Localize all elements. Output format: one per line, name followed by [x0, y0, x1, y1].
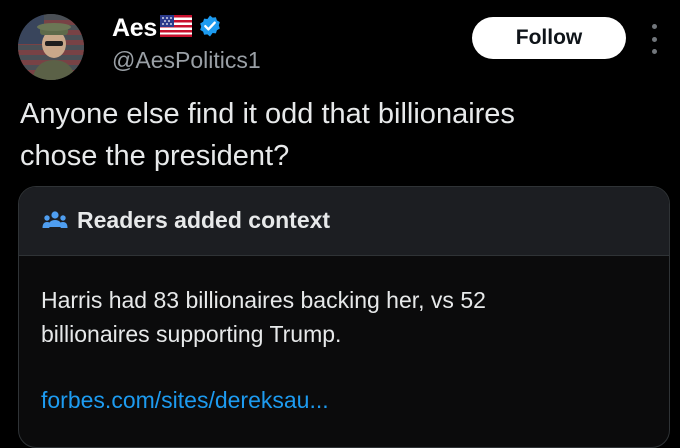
community-note-body: Harris had 83 billionaires backing her, …: [41, 283, 651, 351]
community-note-body-line: billionaires supporting Trump.: [41, 321, 342, 347]
post-text: Anyone else find it odd that billionaire…: [20, 93, 660, 177]
post-text-line: Anyone else find it odd that billionaire…: [20, 98, 515, 130]
post-text-line: chose the president?: [20, 140, 290, 172]
follow-button[interactable]: Follow: [472, 17, 626, 59]
community-note-body-line: Harris had 83 billionaires backing her, …: [41, 287, 486, 313]
avatar[interactable]: [18, 14, 84, 80]
verified-badge-icon: [198, 14, 222, 43]
more-options-icon[interactable]: [648, 24, 660, 54]
display-name-row[interactable]: Aes: [112, 12, 222, 44]
community-note-source-link[interactable]: forbes.com/sites/dereksau...: [41, 387, 329, 414]
readers-icon: [42, 210, 68, 237]
display-name[interactable]: Aes: [112, 14, 157, 43]
author-handle[interactable]: @AesPolitics1: [112, 47, 261, 74]
community-note-title: Readers added context: [77, 207, 331, 233]
us-flag-icon: [159, 14, 192, 42]
post: Aes @AesPolitics1 Follow Anyone else fin…: [0, 0, 680, 448]
community-note-card: Readers added context Harris had 83 bill…: [18, 186, 670, 448]
community-note-header: Readers added context: [19, 187, 669, 256]
